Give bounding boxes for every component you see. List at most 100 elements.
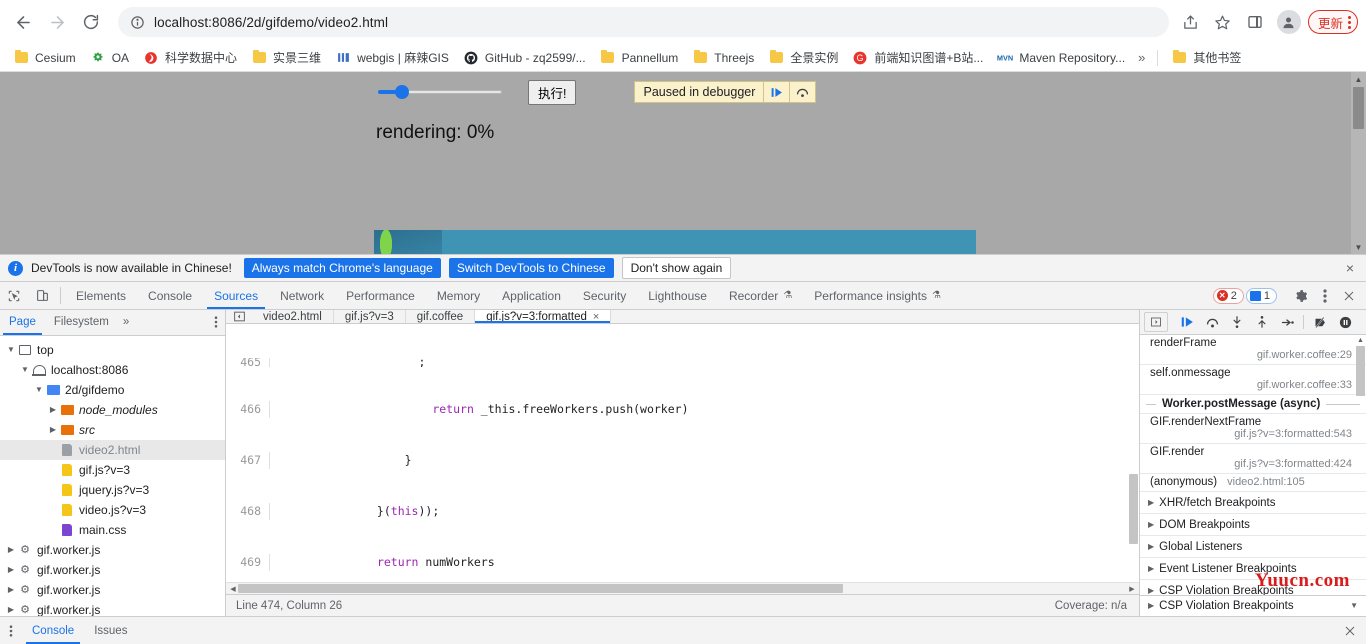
bookmark-frontend-knowledge[interactable]: G 前端知识图谱+B站...: [845, 47, 990, 69]
scroll-up-icon[interactable]: ▲: [1356, 337, 1365, 344]
tab-recorder[interactable]: Recorder ⚗: [718, 282, 803, 309]
back-button[interactable]: [8, 7, 38, 37]
twisty-right-icon[interactable]: ▶: [4, 565, 18, 574]
other-bookmarks-button[interactable]: 其他书签: [1164, 47, 1248, 69]
chrome-menu-icon[interactable]: [1348, 15, 1351, 29]
editor-tab-gif-coffee[interactable]: gif.coffee: [406, 310, 476, 323]
gear-icon[interactable]: [1290, 285, 1312, 307]
bookmark-webgis[interactable]: webgis | 麻辣GIS: [328, 47, 456, 69]
pause-on-exceptions-button[interactable]: [1333, 311, 1357, 333]
switch-devtools-language-button[interactable]: Switch DevTools to Chinese: [448, 258, 614, 278]
slider-thumb[interactable]: [395, 85, 409, 99]
section-csp-violation-breakpoints[interactable]: ▶ CSP Violation Breakpoints: [1140, 580, 1366, 595]
bookmarks-overflow-button[interactable]: »: [1132, 48, 1151, 67]
close-icon[interactable]: ×: [1342, 260, 1358, 276]
code-line[interactable]: 467 }: [226, 452, 1139, 469]
tree-node-origin[interactable]: ▼ localhost:8086: [0, 360, 225, 380]
call-stack-item[interactable]: (anonymous) video2.html:105: [1140, 474, 1366, 493]
close-drawer-icon[interactable]: [1334, 617, 1366, 644]
twisty-down-icon[interactable]: ▼: [32, 385, 46, 394]
step-button[interactable]: [1275, 311, 1299, 333]
tree-node-video-js[interactable]: video.js?v=3: [0, 500, 225, 520]
execute-button[interactable]: 执行!: [528, 79, 577, 105]
section-xhr-fetch-breakpoints[interactable]: ▶ XHR/fetch Breakpoints: [1140, 492, 1366, 515]
tab-security[interactable]: Security: [572, 282, 637, 309]
twisty-right-icon[interactable]: ▶: [46, 425, 60, 434]
dont-show-again-button[interactable]: Don't show again: [621, 257, 732, 279]
tree-node-worker-2[interactable]: ▶ ⚙ gif.worker.js: [0, 560, 225, 580]
editor-tab-gif-js-formatted[interactable]: gif.js?v=3:formatted ×: [475, 310, 612, 323]
twisty-right-icon[interactable]: ▶: [4, 605, 18, 614]
tree-node-jquery-js[interactable]: jquery.js?v=3: [0, 480, 225, 500]
scrollbar-thumb[interactable]: [1353, 87, 1364, 129]
scroll-right-icon[interactable]: ▶: [1127, 585, 1137, 593]
site-info-icon[interactable]: [130, 15, 145, 30]
devtools-menu-icon[interactable]: [1314, 285, 1336, 307]
code-editor[interactable]: 465 ; 466 return _this.freeWorkers.push(…: [226, 324, 1139, 594]
address-bar[interactable]: localhost:8086/2d/gifdemo/video2.html: [118, 7, 1169, 37]
tree-node-folder-gifdemo[interactable]: ▼ 2d/gifdemo: [0, 380, 225, 400]
twisty-down-icon[interactable]: ▼: [4, 345, 18, 354]
tab-performance-insights[interactable]: Performance insights ⚗: [803, 282, 952, 309]
show-debugger-sidebar-icon[interactable]: [1144, 312, 1168, 333]
close-icon[interactable]: ×: [593, 311, 599, 323]
scrollbar-thumb[interactable]: [1356, 346, 1365, 397]
drawer-kebab-icon[interactable]: [0, 617, 22, 644]
inspect-element-icon[interactable]: [0, 282, 28, 309]
bookmark-cesium[interactable]: Cesium: [6, 47, 83, 69]
tree-node-node-modules[interactable]: ▶ node_modules: [0, 400, 225, 420]
chevron-down-icon[interactable]: ▼: [1350, 601, 1358, 610]
call-stack-item[interactable]: GIF.render gif.js?v=3:formatted:424: [1140, 444, 1366, 475]
call-stack-item[interactable]: GIF.renderNextFrame gif.js?v=3:formatted…: [1140, 414, 1366, 445]
hscroll-track[interactable]: [238, 583, 1127, 594]
section-global-listeners[interactable]: ▶ Global Listeners: [1140, 536, 1366, 559]
debugger-bottom-section[interactable]: ▶ CSP Violation Breakpoints ▼: [1140, 594, 1366, 616]
drawer-tab-console[interactable]: Console: [22, 617, 84, 644]
tab-lighthouse[interactable]: Lighthouse: [637, 282, 718, 309]
bookmark-shijing-3d[interactable]: 实景三维: [244, 47, 328, 69]
drawer-tab-issues[interactable]: Issues: [84, 617, 137, 644]
navigator-more-tabs-button[interactable]: »: [118, 310, 134, 335]
navigator-kebab-icon[interactable]: [207, 310, 225, 335]
tree-node-top[interactable]: ▼ top: [0, 340, 225, 360]
tab-network[interactable]: Network: [269, 282, 335, 309]
hide-navigator-icon[interactable]: [226, 310, 252, 323]
step-into-button[interactable]: [1225, 311, 1249, 333]
code-line[interactable]: 466 return _this.freeWorkers.push(worker…: [226, 401, 1139, 418]
resume-script-icon[interactable]: [763, 82, 789, 102]
tab-memory[interactable]: Memory: [426, 282, 491, 309]
close-devtools-icon[interactable]: [1338, 285, 1360, 307]
quality-slider[interactable]: [378, 85, 502, 99]
always-match-language-button[interactable]: Always match Chrome's language: [243, 258, 441, 278]
reload-button[interactable]: [76, 7, 106, 37]
error-count-badge[interactable]: ✕ 2: [1212, 287, 1244, 304]
tree-node-gif-js[interactable]: gif.js?v=3: [0, 460, 225, 480]
deactivate-breakpoints-button[interactable]: [1308, 311, 1332, 333]
tree-node-worker-3[interactable]: ▶ ⚙ gif.worker.js: [0, 580, 225, 600]
tab-application[interactable]: Application: [491, 282, 572, 309]
tab-performance[interactable]: Performance: [335, 282, 426, 309]
bookmark-panorama-examples[interactable]: 全景实例: [761, 47, 845, 69]
tab-sources[interactable]: Sources: [203, 282, 269, 309]
bookmark-star-icon[interactable]: [1209, 8, 1237, 36]
tab-console[interactable]: Console: [137, 282, 203, 309]
page-scrollbar[interactable]: ▲ ▼: [1351, 72, 1366, 254]
tree-node-main-css[interactable]: main.css: [0, 520, 225, 540]
tree-node-video2-html[interactable]: video2.html: [0, 439, 225, 460]
section-event-listener-breakpoints[interactable]: ▶ Event Listener Breakpoints: [1140, 558, 1366, 581]
update-button[interactable]: 更新: [1307, 10, 1358, 34]
step-out-button[interactable]: [1250, 311, 1274, 333]
bookmark-science-data-center[interactable]: 科学数据中心: [136, 47, 244, 69]
twisty-right-icon[interactable]: ▶: [4, 585, 18, 594]
editor-tab-gif-js[interactable]: gif.js?v=3: [334, 310, 406, 323]
share-icon[interactable]: [1177, 8, 1205, 36]
code-horizontal-scrollbar[interactable]: ◀ ▶: [226, 582, 1139, 594]
code-vertical-scrollbar[interactable]: [1129, 474, 1138, 544]
bookmark-maven-repository[interactable]: MVN Maven Repository...: [990, 47, 1132, 69]
editor-tab-video2-html[interactable]: video2.html: [252, 310, 334, 323]
step-over-icon[interactable]: [789, 82, 815, 102]
debugger-scrollbar[interactable]: ▲: [1356, 337, 1365, 594]
code-line[interactable]: 465 ;: [226, 358, 1139, 367]
bookmark-pannellum[interactable]: Pannellum: [593, 47, 686, 69]
twisty-down-icon[interactable]: ▼: [18, 365, 32, 374]
